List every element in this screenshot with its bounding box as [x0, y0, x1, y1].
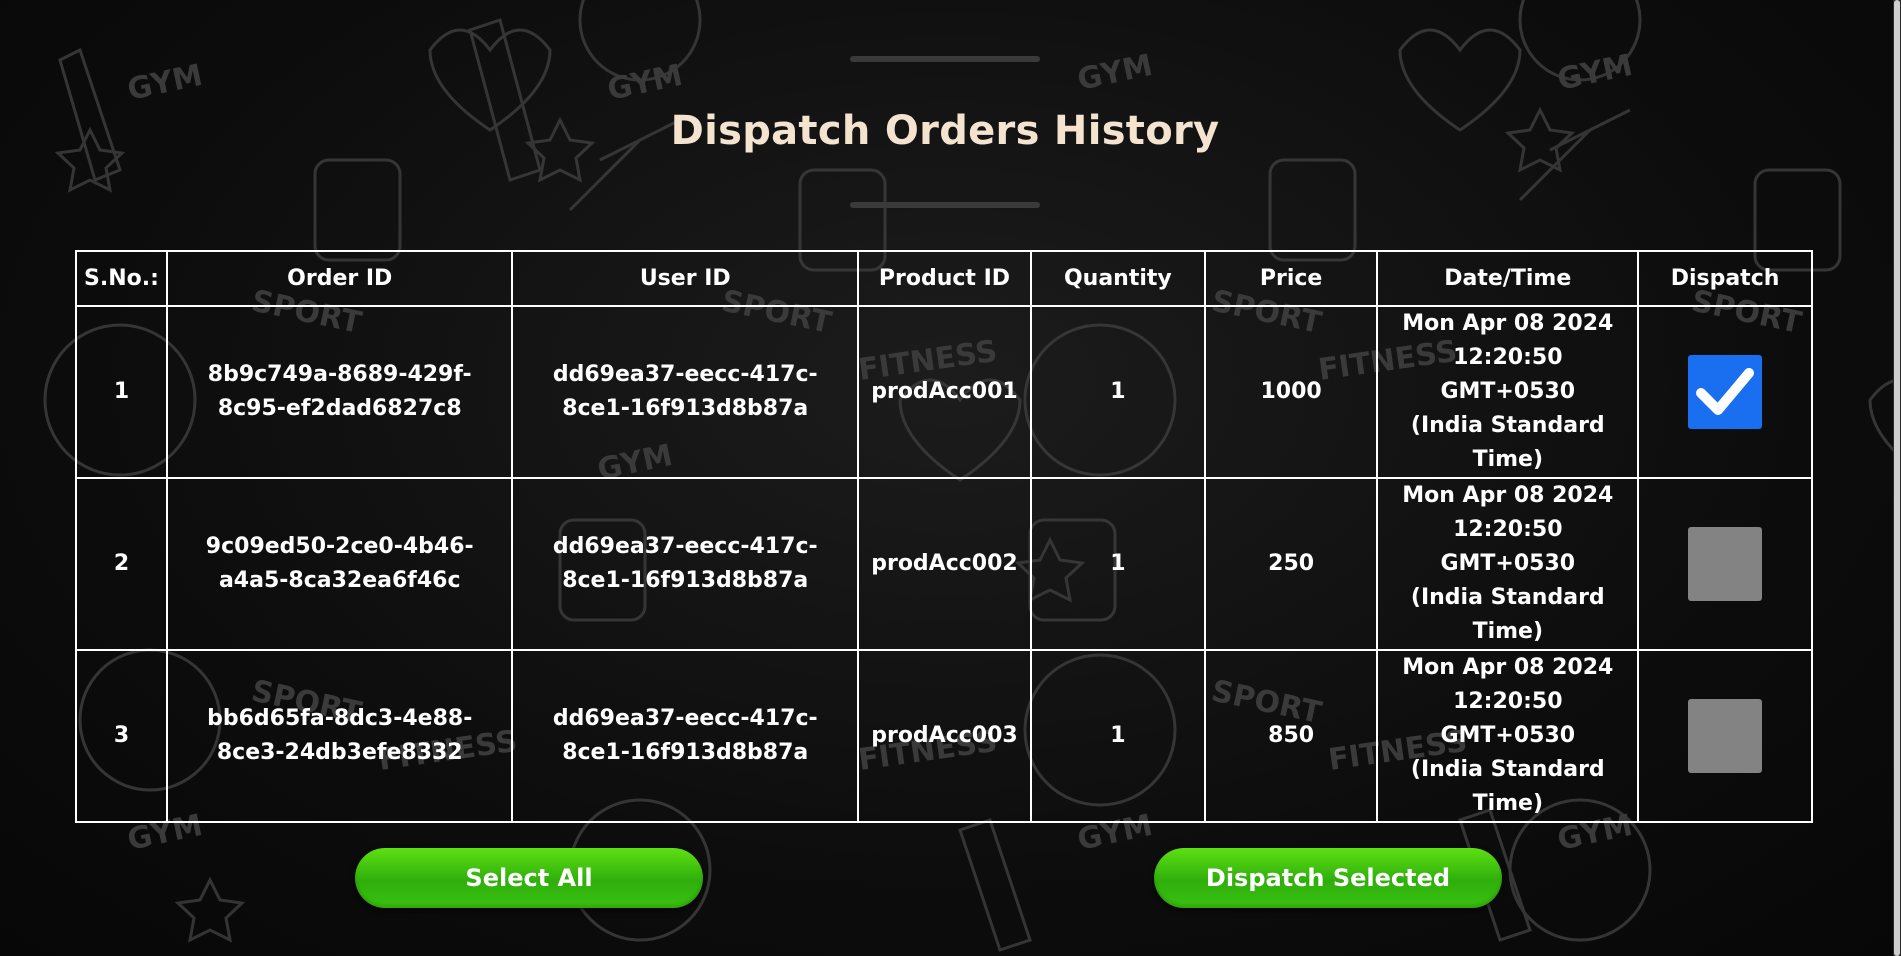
datetime-line-2: 12:20:50 GMT+0530	[1440, 345, 1576, 404]
user-id-line-1: dd69ea37-eecc-417c-	[552, 534, 818, 559]
cell-price: 850	[1203, 649, 1379, 823]
datetime-line-1: Mon Apr 08 2024	[1402, 311, 1614, 336]
scrollbar-thumb[interactable]	[1894, 0, 1900, 956]
table-row: 3 bb6d65fa-8dc3-4e88- 8ce3-24db3efe8332 d…	[75, 649, 1813, 823]
svg-text:GYM: GYM	[604, 58, 685, 108]
page: GYM GYM GYM GYM GYM GYM GYM GYM SPORT SP…	[0, 0, 1901, 956]
datetime-line-1: Mon Apr 08 2024	[1402, 483, 1614, 508]
datetime-line-1: Mon Apr 08 2024	[1402, 655, 1614, 680]
title-divider-bottom	[850, 202, 1040, 208]
table-header-row: S.No.: Order ID User ID Product ID Quant…	[75, 250, 1813, 307]
cell-user-id: dd69ea37-eecc-417c- 8ce1-16f913d8b87a	[511, 649, 859, 823]
datetime-line-2: 12:20:50 GMT+0530	[1440, 517, 1576, 576]
cell-order-id: 8b9c749a-8689-429f- 8c95-ef2dad6827c8	[165, 305, 514, 479]
dispatch-checkbox[interactable]	[1688, 527, 1763, 601]
cell-product-id: prodAcc003	[857, 649, 1032, 823]
table-row: 2 9c09ed50-2ce0-4b46- a4a5-8ca32ea6f46c d…	[75, 477, 1813, 651]
cell-product-id: prodAcc001	[857, 305, 1032, 479]
cell-dispatch	[1637, 305, 1813, 479]
cell-dispatch	[1637, 477, 1813, 651]
cell-user-id: dd69ea37-eecc-417c- 8ce1-16f913d8b87a	[511, 477, 859, 651]
cell-sno: 1	[75, 305, 168, 479]
datetime-line-3: (India Standard	[1410, 585, 1605, 610]
user-id-line-2: 8ce1-16f913d8b87a	[562, 568, 809, 593]
header-dispatch: Dispatch	[1637, 250, 1813, 307]
header-datetime: Date/Time	[1376, 250, 1640, 307]
order-id-line-1: bb6d65fa-8dc3-4e88-	[207, 706, 473, 731]
datetime-line-4: Time)	[1472, 619, 1544, 644]
datetime-line-3: (India Standard	[1410, 413, 1605, 438]
svg-text:GYM: GYM	[1554, 48, 1635, 98]
order-id-line-2: 8ce3-24db3efe8332	[216, 740, 463, 765]
cell-quantity: 1	[1029, 649, 1206, 823]
dispatch-orders-table: S.No.: Order ID User ID Product ID Quant…	[75, 250, 1813, 823]
order-id-line-2: a4a5-8ca32ea6f46c	[218, 568, 461, 593]
user-id-line-2: 8ce1-16f913d8b87a	[562, 396, 809, 421]
datetime-line-2: 12:20:50 GMT+0530	[1440, 689, 1576, 748]
title-divider-top	[850, 56, 1040, 62]
header-quantity: Quantity	[1029, 250, 1206, 307]
cell-product-id: prodAcc002	[857, 477, 1032, 651]
cell-dispatch	[1637, 649, 1813, 823]
header-sno: S.No.:	[75, 250, 168, 307]
cell-order-id: bb6d65fa-8dc3-4e88- 8ce3-24db3efe8332	[165, 649, 514, 823]
cell-price: 1000	[1203, 305, 1379, 479]
header-price: Price	[1203, 250, 1379, 307]
user-id-line-2: 8ce1-16f913d8b87a	[562, 740, 809, 765]
check-icon	[1696, 368, 1755, 415]
datetime-line-3: (India Standard	[1410, 757, 1605, 782]
header-product-id: Product ID	[857, 250, 1032, 307]
cell-order-id: 9c09ed50-2ce0-4b46- a4a5-8ca32ea6f46c	[165, 477, 514, 651]
cell-datetime: Mon Apr 08 2024 12:20:50 GMT+0530 (India S…	[1376, 305, 1640, 479]
select-all-button[interactable]: Select All	[355, 848, 703, 908]
cell-user-id: dd69ea37-eecc-417c- 8ce1-16f913d8b87a	[511, 305, 859, 479]
cell-quantity: 1	[1029, 305, 1206, 479]
header-order-id: Order ID	[165, 250, 514, 307]
cell-sno: 3	[75, 649, 168, 823]
order-id-line-1: 8b9c749a-8689-429f-	[207, 362, 472, 387]
dispatch-checkbox[interactable]	[1688, 699, 1763, 773]
user-id-line-1: dd69ea37-eecc-417c-	[552, 362, 818, 387]
dispatch-checkbox[interactable]	[1688, 355, 1763, 429]
order-id-line-1: 9c09ed50-2ce0-4b46-	[205, 534, 474, 559]
cell-sno: 2	[75, 477, 168, 651]
cell-datetime: Mon Apr 08 2024 12:20:50 GMT+0530 (India S…	[1376, 477, 1640, 651]
cell-quantity: 1	[1029, 477, 1206, 651]
svg-text:GYM: GYM	[124, 58, 205, 108]
table-row: 1 8b9c749a-8689-429f- 8c95-ef2dad6827c8 d…	[75, 305, 1813, 479]
header-user-id: User ID	[511, 250, 859, 307]
vertical-scrollbar[interactable]	[1893, 0, 1901, 956]
datetime-line-4: Time)	[1472, 447, 1544, 472]
dispatch-selected-button[interactable]: Dispatch Selected	[1154, 848, 1502, 908]
svg-text:GYM: GYM	[1074, 48, 1155, 98]
page-title: Dispatch Orders History	[670, 108, 1220, 154]
cell-datetime: Mon Apr 08 2024 12:20:50 GMT+0530 (India S…	[1376, 649, 1640, 823]
user-id-line-1: dd69ea37-eecc-417c-	[552, 706, 818, 731]
cell-price: 250	[1203, 477, 1379, 651]
order-id-line-2: 8c95-ef2dad6827c8	[217, 396, 462, 421]
datetime-line-4: Time)	[1472, 791, 1544, 816]
